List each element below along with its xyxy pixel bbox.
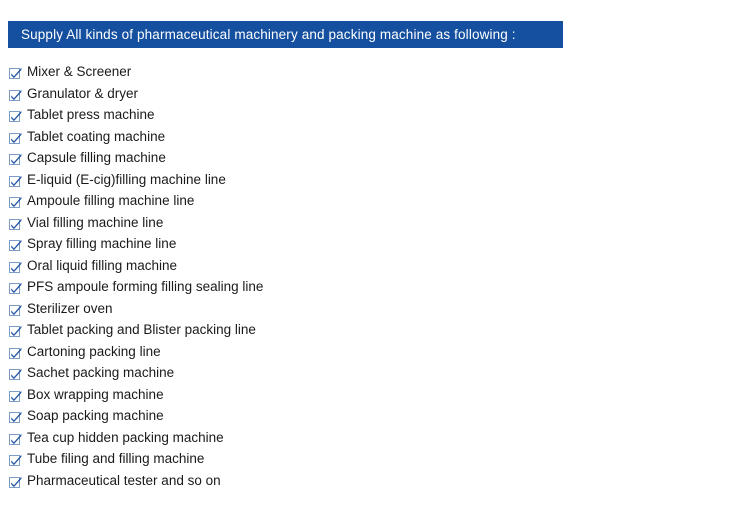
checkbox-check-icon — [9, 89, 22, 102]
checkbox-check-icon — [9, 454, 22, 467]
list-item-label: Spray filling machine line — [27, 236, 177, 251]
list-item: Pharmaceutical tester and so on — [0, 473, 750, 495]
list-item-label: Tube filing and filling machine — [27, 451, 205, 466]
list-item: Tablet packing and Blister packing line — [0, 322, 750, 344]
checkbox-check-icon — [9, 411, 22, 424]
list-item-label: Vial filling machine line — [27, 214, 164, 230]
list-item: Sachet packing machine — [0, 365, 750, 387]
list-item: Vial filling machine line — [0, 215, 750, 237]
checkbox-check-icon — [9, 390, 22, 403]
list-item: PFS ampoule forming filling sealing line — [0, 279, 750, 301]
list-item-label: Oral liquid filling machine — [27, 257, 178, 273]
list-item-label: Tablet press machine — [27, 107, 155, 122]
checkbox-check-icon — [9, 239, 22, 252]
list-item-label: Soap packing machine — [27, 408, 164, 423]
product-capabilities-page: Supply All kinds of pharmaceutical machi… — [0, 0, 750, 511]
list-item-label: Tablet coating machine — [27, 128, 166, 144]
list-item-label: E-liquid (E-cig)filling machine line — [27, 171, 226, 187]
list-item-label: Tablet packing and Blister packing line — [27, 322, 256, 337]
checkbox-check-icon — [9, 67, 22, 80]
checkbox-check-icon — [9, 132, 22, 145]
list-item-label: Capsule filling machine — [27, 150, 166, 165]
checkbox-check-icon — [9, 368, 22, 381]
list-item-label: Ampoule filling machine line — [27, 193, 195, 208]
list-item: Box wrapping machine — [0, 387, 750, 409]
checkbox-check-icon — [9, 476, 22, 489]
checkbox-check-icon — [9, 110, 22, 123]
section-header-title: Supply All kinds of pharmaceutical machi… — [21, 26, 516, 42]
list-item-label: Granulator & dryer — [27, 85, 139, 101]
list-item-label: Sterilizer oven — [27, 300, 113, 316]
list-item-label: Sachet packing machine — [27, 365, 175, 380]
list-item: Soap packing machine — [0, 408, 750, 430]
list-item: Mixer & Screener — [0, 64, 750, 86]
checkbox-check-icon — [9, 325, 22, 338]
machinery-feature-list: Mixer & Screener Granulator & dryer Tabl… — [0, 64, 750, 494]
list-item: E-liquid (E-cig)filling machine line — [0, 172, 750, 194]
list-item: Cartoning packing line — [0, 344, 750, 366]
list-item-label: PFS ampoule forming filling sealing line — [27, 279, 264, 294]
list-item: Tablet press machine — [0, 107, 750, 129]
list-item: Tea cup hidden packing machine — [0, 430, 750, 452]
checkbox-check-icon — [9, 196, 22, 209]
section-header-banner: Supply All kinds of pharmaceutical machi… — [8, 21, 563, 48]
list-item: Sterilizer oven — [0, 301, 750, 323]
list-item: Spray filling machine line — [0, 236, 750, 258]
checkbox-check-icon — [9, 347, 22, 360]
list-item: Oral liquid filling machine — [0, 258, 750, 280]
checkbox-check-icon — [9, 433, 22, 446]
list-item: Capsule filling machine — [0, 150, 750, 172]
list-item: Tube filing and filling machine — [0, 451, 750, 473]
checkbox-check-icon — [9, 304, 22, 317]
list-item-label: Tea cup hidden packing machine — [27, 429, 224, 445]
list-item-label: Pharmaceutical tester and so on — [27, 472, 221, 488]
checkbox-check-icon — [9, 175, 22, 188]
list-item-label: Cartoning packing line — [27, 343, 161, 359]
checkbox-check-icon — [9, 218, 22, 231]
list-item-label: Mixer & Screener — [27, 64, 132, 79]
checkbox-check-icon — [9, 153, 22, 166]
checkbox-check-icon — [9, 282, 22, 295]
list-item-label: Box wrapping machine — [27, 386, 164, 402]
list-item: Granulator & dryer — [0, 86, 750, 108]
checkbox-check-icon — [9, 261, 22, 274]
list-item: Tablet coating machine — [0, 129, 750, 151]
list-item: Ampoule filling machine line — [0, 193, 750, 215]
